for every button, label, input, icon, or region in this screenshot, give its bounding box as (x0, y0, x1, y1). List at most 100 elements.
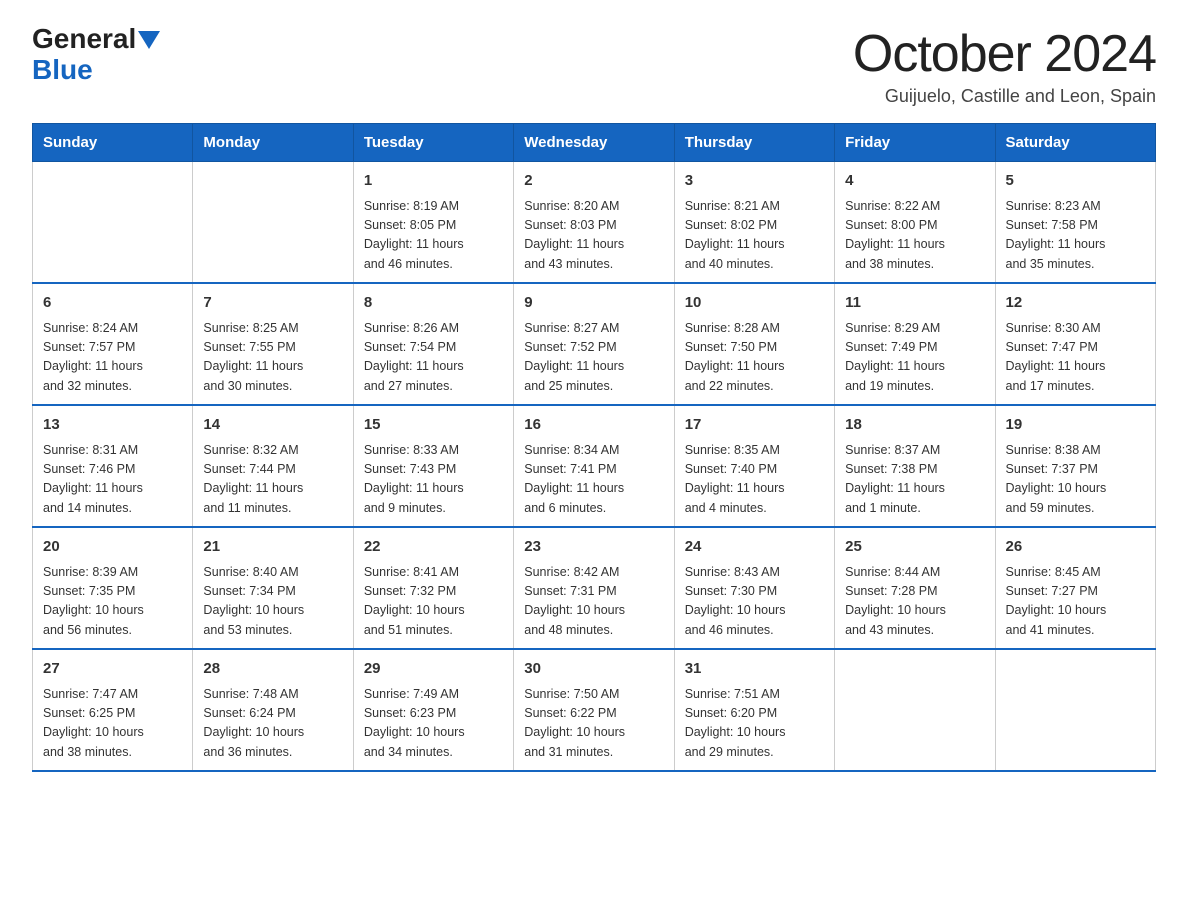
day-info: Sunrise: 8:33 AM Sunset: 7:43 PM Dayligh… (364, 441, 503, 519)
day-info: Sunrise: 8:42 AM Sunset: 7:31 PM Dayligh… (524, 563, 663, 641)
day-info: Sunrise: 7:49 AM Sunset: 6:23 PM Dayligh… (364, 685, 503, 763)
calendar-cell: 17Sunrise: 8:35 AM Sunset: 7:40 PM Dayli… (674, 405, 834, 527)
calendar-cell: 26 Sunrise: 8:45 AM Sunset: 7:27 PM Dayli… (995, 527, 1155, 649)
calendar-cell: 8 Sunrise: 8:26 AM Sunset: 7:54 PM Daylig… (353, 283, 513, 405)
calendar-cell: 21 Sunrise: 8:40 AM Sunset: 7:34 PM Dayli… (193, 527, 353, 649)
calendar-cell: 19 Sunrise: 8:38 AM Sunset: 7:37 PM Dayli… (995, 405, 1155, 527)
day-info: Sunrise: 8:19 AM Sunset: 8:05 PM Dayligh… (364, 197, 503, 275)
calendar-cell: 16Sunrise: 8:34 AM Sunset: 7:41 PM Dayli… (514, 405, 674, 527)
day-number: 11 (845, 292, 984, 315)
day-number: 21 (203, 536, 342, 559)
calendar-cell: 5 Sunrise: 8:23 AM Sunset: 7:58 PM Daylig… (995, 162, 1155, 284)
calendar-cell (835, 649, 995, 771)
day-number: 14 (203, 414, 342, 437)
day-number: 2 (524, 170, 663, 193)
title-block: October 2024 Guijuelo, Castille and Leon… (853, 24, 1156, 107)
day-info: Sunrise: 8:24 AM Sunset: 7:57 PM Dayligh… (43, 319, 182, 397)
calendar-cell (995, 649, 1155, 771)
day-info: Sunrise: 8:32 AM Sunset: 7:44 PM Dayligh… (203, 441, 342, 519)
day-info: Sunrise: 8:45 AM Sunset: 7:27 PM Dayligh… (1006, 563, 1145, 641)
calendar-week-4: 20 Sunrise: 8:39 AM Sunset: 7:35 PM Dayli… (33, 527, 1156, 649)
logo-text-blue: Blue (32, 55, 93, 86)
day-info: Sunrise: 8:28 AM Sunset: 7:50 PM Dayligh… (685, 319, 824, 397)
calendar-week-1: 1 Sunrise: 8:19 AM Sunset: 8:05 PM Daylig… (33, 162, 1156, 284)
day-info: Sunrise: 7:51 AM Sunset: 6:20 PM Dayligh… (685, 685, 824, 763)
calendar-cell: 15 Sunrise: 8:33 AM Sunset: 7:43 PM Dayli… (353, 405, 513, 527)
calendar-cell: 18Sunrise: 8:37 AM Sunset: 7:38 PM Dayli… (835, 405, 995, 527)
day-info: Sunrise: 8:44 AM Sunset: 7:28 PM Dayligh… (845, 563, 984, 641)
day-number: 31 (685, 658, 824, 681)
weekday-header-wednesday: Wednesday (514, 124, 674, 162)
day-number: 5 (1006, 170, 1145, 193)
day-number: 27 (43, 658, 182, 681)
calendar-cell: 10 Sunrise: 8:28 AM Sunset: 7:50 PM Dayli… (674, 283, 834, 405)
day-info: Sunrise: 8:31 AM Sunset: 7:46 PM Dayligh… (43, 441, 182, 519)
day-info: Sunrise: 8:27 AM Sunset: 7:52 PM Dayligh… (524, 319, 663, 397)
day-number: 26 (1006, 536, 1145, 559)
calendar-cell: 14 Sunrise: 8:32 AM Sunset: 7:44 PM Dayli… (193, 405, 353, 527)
calendar-table: SundayMondayTuesdayWednesdayThursdayFrid… (32, 123, 1156, 772)
day-number: 17 (685, 414, 824, 437)
calendar-cell: 22 Sunrise: 8:41 AM Sunset: 7:32 PM Dayli… (353, 527, 513, 649)
weekday-header-sunday: Sunday (33, 124, 193, 162)
calendar-cell: 9 Sunrise: 8:27 AM Sunset: 7:52 PM Daylig… (514, 283, 674, 405)
day-info: Sunrise: 8:38 AM Sunset: 7:37 PM Dayligh… (1006, 441, 1145, 519)
page-header: General Blue October 2024 Guijuelo, Cast… (32, 24, 1156, 107)
day-number: 15 (364, 414, 503, 437)
day-number: 20 (43, 536, 182, 559)
day-info: Sunrise: 7:48 AM Sunset: 6:24 PM Dayligh… (203, 685, 342, 763)
logo-triangle-icon (138, 31, 160, 49)
day-number: 4 (845, 170, 984, 193)
calendar-cell: 29Sunrise: 7:49 AM Sunset: 6:23 PM Dayli… (353, 649, 513, 771)
calendar-cell: 27Sunrise: 7:47 AM Sunset: 6:25 PM Dayli… (33, 649, 193, 771)
day-number: 16 (524, 414, 663, 437)
day-number: 10 (685, 292, 824, 315)
calendar-cell: 11 Sunrise: 8:29 AM Sunset: 7:49 PM Dayli… (835, 283, 995, 405)
day-number: 9 (524, 292, 663, 315)
day-info: Sunrise: 8:43 AM Sunset: 7:30 PM Dayligh… (685, 563, 824, 641)
day-number: 22 (364, 536, 503, 559)
calendar-week-2: 6 Sunrise: 8:24 AM Sunset: 7:57 PM Daylig… (33, 283, 1156, 405)
calendar-cell: 23 Sunrise: 8:42 AM Sunset: 7:31 PM Dayli… (514, 527, 674, 649)
calendar-cell: 24Sunrise: 8:43 AM Sunset: 7:30 PM Dayli… (674, 527, 834, 649)
calendar-cell (193, 162, 353, 284)
calendar-cell: 20 Sunrise: 8:39 AM Sunset: 7:35 PM Dayli… (33, 527, 193, 649)
day-number: 3 (685, 170, 824, 193)
day-info: Sunrise: 8:23 AM Sunset: 7:58 PM Dayligh… (1006, 197, 1145, 275)
calendar-cell (33, 162, 193, 284)
calendar-cell: 30Sunrise: 7:50 AM Sunset: 6:22 PM Dayli… (514, 649, 674, 771)
day-info: Sunrise: 8:20 AM Sunset: 8:03 PM Dayligh… (524, 197, 663, 275)
calendar-cell: 12Sunrise: 8:30 AM Sunset: 7:47 PM Dayli… (995, 283, 1155, 405)
weekday-header-tuesday: Tuesday (353, 124, 513, 162)
logo-text-general: General (32, 24, 136, 55)
weekday-header-saturday: Saturday (995, 124, 1155, 162)
day-number: 23 (524, 536, 663, 559)
day-info: Sunrise: 8:41 AM Sunset: 7:32 PM Dayligh… (364, 563, 503, 641)
day-info: Sunrise: 8:40 AM Sunset: 7:34 PM Dayligh… (203, 563, 342, 641)
day-number: 30 (524, 658, 663, 681)
calendar-cell: 31 Sunrise: 7:51 AM Sunset: 6:20 PM Dayli… (674, 649, 834, 771)
day-info: Sunrise: 8:22 AM Sunset: 8:00 PM Dayligh… (845, 197, 984, 275)
day-number: 12 (1006, 292, 1145, 315)
day-number: 1 (364, 170, 503, 193)
calendar-cell: 1 Sunrise: 8:19 AM Sunset: 8:05 PM Daylig… (353, 162, 513, 284)
weekday-header-monday: Monday (193, 124, 353, 162)
calendar-cell: 25 Sunrise: 8:44 AM Sunset: 7:28 PM Dayli… (835, 527, 995, 649)
day-number: 19 (1006, 414, 1145, 437)
day-number: 7 (203, 292, 342, 315)
calendar-cell: 3 Sunrise: 8:21 AM Sunset: 8:02 PM Daylig… (674, 162, 834, 284)
day-number: 25 (845, 536, 984, 559)
day-info: Sunrise: 8:29 AM Sunset: 7:49 PM Dayligh… (845, 319, 984, 397)
calendar-cell: 6 Sunrise: 8:24 AM Sunset: 7:57 PM Daylig… (33, 283, 193, 405)
day-info: Sunrise: 8:39 AM Sunset: 7:35 PM Dayligh… (43, 563, 182, 641)
calendar-week-5: 27Sunrise: 7:47 AM Sunset: 6:25 PM Dayli… (33, 649, 1156, 771)
subtitle: Guijuelo, Castille and Leon, Spain (853, 86, 1156, 107)
day-info: Sunrise: 8:21 AM Sunset: 8:02 PM Dayligh… (685, 197, 824, 275)
day-info: Sunrise: 8:26 AM Sunset: 7:54 PM Dayligh… (364, 319, 503, 397)
day-number: 6 (43, 292, 182, 315)
calendar-cell: 2 Sunrise: 8:20 AM Sunset: 8:03 PM Daylig… (514, 162, 674, 284)
calendar-cell: 28Sunrise: 7:48 AM Sunset: 6:24 PM Dayli… (193, 649, 353, 771)
calendar-header: SundayMondayTuesdayWednesdayThursdayFrid… (33, 124, 1156, 162)
day-number: 8 (364, 292, 503, 315)
calendar-cell: 4 Sunrise: 8:22 AM Sunset: 8:00 PM Daylig… (835, 162, 995, 284)
